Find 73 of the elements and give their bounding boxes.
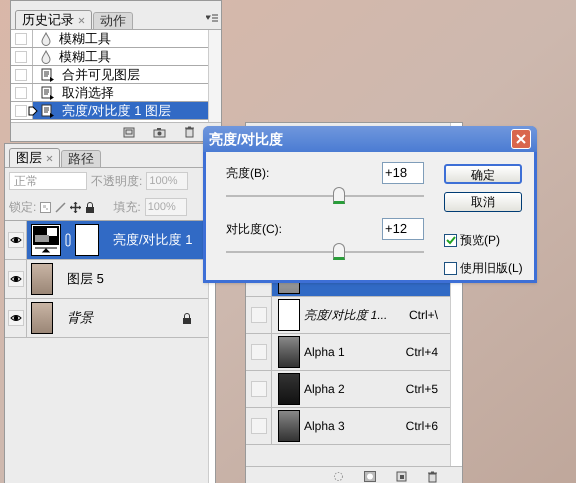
lock-transparency-icon[interactable] bbox=[40, 202, 52, 212]
eye-icon bbox=[10, 274, 22, 284]
checkbox[interactable]: 预览(P) bbox=[444, 231, 523, 249]
slider-label: 对比度(C): bbox=[226, 221, 282, 238]
visibility-toggle[interactable] bbox=[8, 310, 24, 326]
new-channel-icon[interactable] bbox=[396, 471, 407, 482]
visibility-toggle[interactable] bbox=[250, 307, 266, 323]
visibility-toggle[interactable] bbox=[250, 418, 266, 434]
drop-icon bbox=[41, 32, 51, 46]
channel-thumbnail bbox=[278, 336, 300, 368]
channel-thumbnail bbox=[278, 373, 300, 405]
history-state-icon[interactable] bbox=[28, 105, 38, 117]
channel-name: 亮度/对比度 1... bbox=[304, 307, 388, 324]
layer-name: 图层 5 bbox=[67, 270, 105, 288]
lock-label: 锁定: bbox=[9, 199, 36, 216]
panel-tab[interactable]: 历史记录 bbox=[15, 10, 92, 29]
shortcut-label: Ctrl+\ bbox=[408, 307, 438, 324]
shortcut-label: Ctrl+5 bbox=[406, 381, 438, 398]
history-item[interactable]: 亮度/对比度 1 图层 bbox=[33, 102, 208, 119]
channel-name: Alpha 3 bbox=[304, 418, 346, 435]
visibility-toggle[interactable] bbox=[8, 271, 24, 287]
check-icon bbox=[446, 235, 456, 245]
new-document-icon[interactable] bbox=[123, 126, 135, 138]
close-icon bbox=[516, 134, 526, 144]
layer-name: 背景 bbox=[67, 309, 95, 328]
drop-icon bbox=[41, 50, 51, 64]
shortcut-label: Ctrl+6 bbox=[406, 418, 438, 435]
value-field[interactable]: +18 bbox=[382, 162, 424, 184]
document-icon bbox=[41, 86, 54, 100]
panel-tab[interactable]: 图层 bbox=[9, 148, 60, 167]
adjustment-thumbnail-icon bbox=[31, 224, 61, 256]
value-field[interactable]: +12 bbox=[382, 218, 424, 240]
lock-icon[interactable] bbox=[85, 202, 96, 212]
close-icon[interactable] bbox=[78, 16, 85, 24]
panel-menu-icon[interactable] bbox=[206, 14, 218, 24]
eye-icon bbox=[10, 235, 22, 245]
dotted-circle-icon[interactable] bbox=[333, 471, 344, 482]
eye-icon bbox=[10, 313, 22, 323]
close-icon[interactable] bbox=[46, 154, 53, 162]
close-button[interactable] bbox=[511, 129, 531, 149]
dialog-button[interactable]: 取消 bbox=[444, 192, 522, 212]
channel-name: Alpha 2 bbox=[304, 381, 346, 398]
visibility-toggle[interactable] bbox=[250, 344, 266, 360]
trash-icon[interactable] bbox=[184, 126, 195, 138]
opacity-label: 不透明度: bbox=[91, 173, 142, 190]
slider-thumb[interactable] bbox=[332, 243, 345, 260]
slider-label: 亮度(B): bbox=[226, 165, 270, 182]
channel-thumbnail bbox=[278, 410, 300, 442]
layer-name: 亮度/对比度 1 bbox=[113, 231, 192, 250]
image-thumbnail bbox=[31, 302, 53, 334]
visibility-toggle[interactable] bbox=[250, 381, 266, 397]
visibility-toggle[interactable] bbox=[8, 232, 24, 248]
channel-name: Alpha 1 bbox=[304, 344, 346, 361]
scrollbar[interactable] bbox=[208, 30, 221, 122]
panel-tab[interactable]: 路径 bbox=[61, 150, 101, 167]
image-thumbnail bbox=[31, 263, 53, 295]
slider-thumb[interactable] bbox=[332, 187, 345, 204]
checkbox[interactable]: 使用旧版(L) bbox=[444, 259, 523, 277]
brush-icon[interactable] bbox=[55, 202, 66, 212]
trash-icon[interactable] bbox=[427, 470, 438, 482]
move-icon[interactable] bbox=[70, 202, 82, 212]
dialog-button[interactable]: 确定 bbox=[444, 164, 522, 184]
mask-thumbnail bbox=[75, 224, 99, 256]
camera-icon[interactable] bbox=[153, 126, 166, 138]
document-icon bbox=[41, 68, 54, 82]
document-icon bbox=[41, 104, 54, 118]
channel-thumbnail bbox=[278, 299, 300, 331]
mask-icon[interactable] bbox=[364, 471, 376, 482]
link-icon[interactable] bbox=[65, 233, 71, 247]
panel-tab[interactable]: 动作 bbox=[93, 12, 133, 29]
shortcut-label: Ctrl+4 bbox=[406, 344, 438, 361]
fill-label: 填充: bbox=[113, 199, 141, 216]
dialog-title: 亮度/对比度 bbox=[209, 130, 283, 148]
